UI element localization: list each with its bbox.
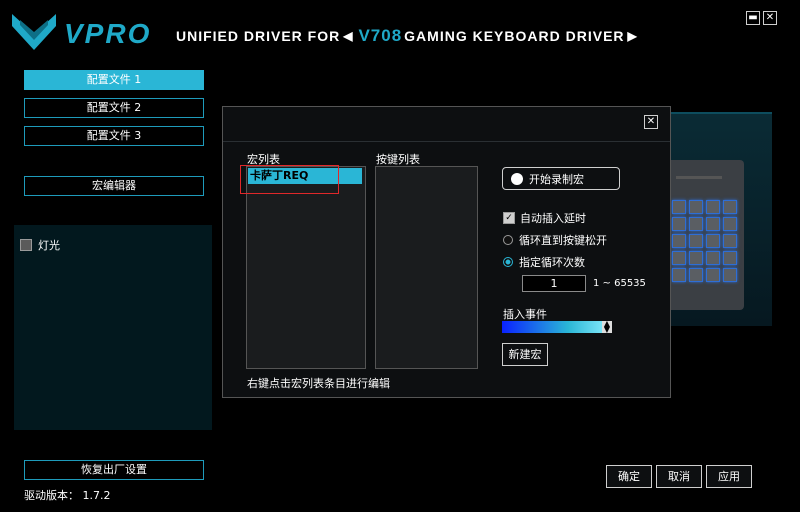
key [723, 200, 737, 214]
app-title: UNIFIED DRIVER FOR ◀ V708 GAMING KEYBOAR… [176, 26, 641, 46]
loop-count-radio[interactable] [503, 257, 513, 267]
key [723, 251, 737, 265]
keyboard-indicator-strip [676, 176, 722, 179]
key [689, 268, 703, 282]
ok-button[interactable]: 确定 [606, 465, 652, 488]
macro-list[interactable]: 卡萨丁REQ [246, 166, 366, 369]
key-list-label: 按键列表 [376, 153, 420, 166]
loop-release-option[interactable]: 循环直到按键松开 [503, 232, 607, 248]
loop-count-label: 指定循环次数 [519, 256, 585, 269]
key [723, 234, 737, 248]
key [689, 234, 703, 248]
key [706, 268, 720, 282]
key [706, 234, 720, 248]
dialog-divider [223, 141, 670, 142]
key-list[interactable] [375, 166, 478, 369]
key [723, 217, 737, 231]
driver-version: 驱动版本： 1.7.2 [24, 489, 111, 502]
title-prefix: UNIFIED DRIVER FOR [176, 28, 341, 44]
lighting-label: 灯光 [38, 239, 60, 252]
key [689, 200, 703, 214]
vpro-logo-icon [12, 14, 56, 50]
auto-delay-option[interactable]: ✓ 自动插入延时 [503, 210, 586, 226]
profile-3-button[interactable]: 配置文件 3 [24, 126, 204, 146]
dialog-close-button[interactable]: ✕ [644, 115, 658, 129]
model-next-arrow-icon[interactable]: ▶ [628, 29, 638, 43]
minimize-button[interactable]: ▬ [746, 11, 760, 25]
loop-count-input[interactable]: 1 [522, 275, 586, 292]
key [672, 268, 686, 282]
key [672, 200, 686, 214]
edit-hint: 右键点击宏列表条目进行编辑 [247, 377, 390, 390]
model-prev-arrow-icon[interactable]: ◀ [343, 29, 353, 43]
profile-2-button[interactable]: 配置文件 2 [24, 98, 204, 118]
loop-release-label: 循环直到按键松开 [519, 234, 607, 247]
brand-name: VPRO [64, 18, 152, 49]
key [723, 268, 737, 282]
close-button[interactable]: ✕ [763, 11, 777, 25]
title-suffix: GAMING KEYBOARD DRIVER [404, 28, 625, 44]
key [689, 251, 703, 265]
auto-delay-checkbox[interactable]: ✓ [503, 212, 515, 224]
highlight-box [240, 165, 339, 194]
key [706, 217, 720, 231]
lighting-checkbox[interactable] [20, 239, 32, 251]
start-recording-button[interactable]: 开始录制宏 [502, 167, 620, 190]
loop-range-hint: 1 ~ 65535 [593, 278, 646, 289]
key [672, 251, 686, 265]
loop-release-radio[interactable] [503, 235, 513, 245]
new-macro-button[interactable]: 新建宏 [502, 343, 548, 366]
loop-count-option[interactable]: 指定循环次数 [503, 254, 585, 270]
profile-1-button[interactable]: 配置文件 1 [24, 70, 204, 90]
dropdown-spinner-icon[interactable]: ▲ ▼ [602, 320, 612, 334]
key [672, 234, 686, 248]
cancel-button[interactable]: 取消 [656, 465, 702, 488]
key [672, 217, 686, 231]
key [689, 217, 703, 231]
restore-defaults-button[interactable]: 恢复出厂设置 [24, 460, 204, 480]
key [706, 251, 720, 265]
keyboard-keypad [672, 200, 738, 282]
apply-button[interactable]: 应用 [706, 465, 752, 488]
start-recording-label: 开始录制宏 [529, 172, 584, 186]
lighting-panel [14, 225, 212, 430]
insert-event-label: 插入事件 [503, 308, 547, 321]
auto-delay-label: 自动插入延时 [520, 212, 586, 225]
record-icon [511, 172, 523, 185]
macro-editor-button[interactable]: 宏编辑器 [24, 176, 204, 196]
key [706, 200, 720, 214]
title-model: V708 [358, 26, 403, 45]
insert-event-dropdown[interactable] [502, 321, 612, 333]
